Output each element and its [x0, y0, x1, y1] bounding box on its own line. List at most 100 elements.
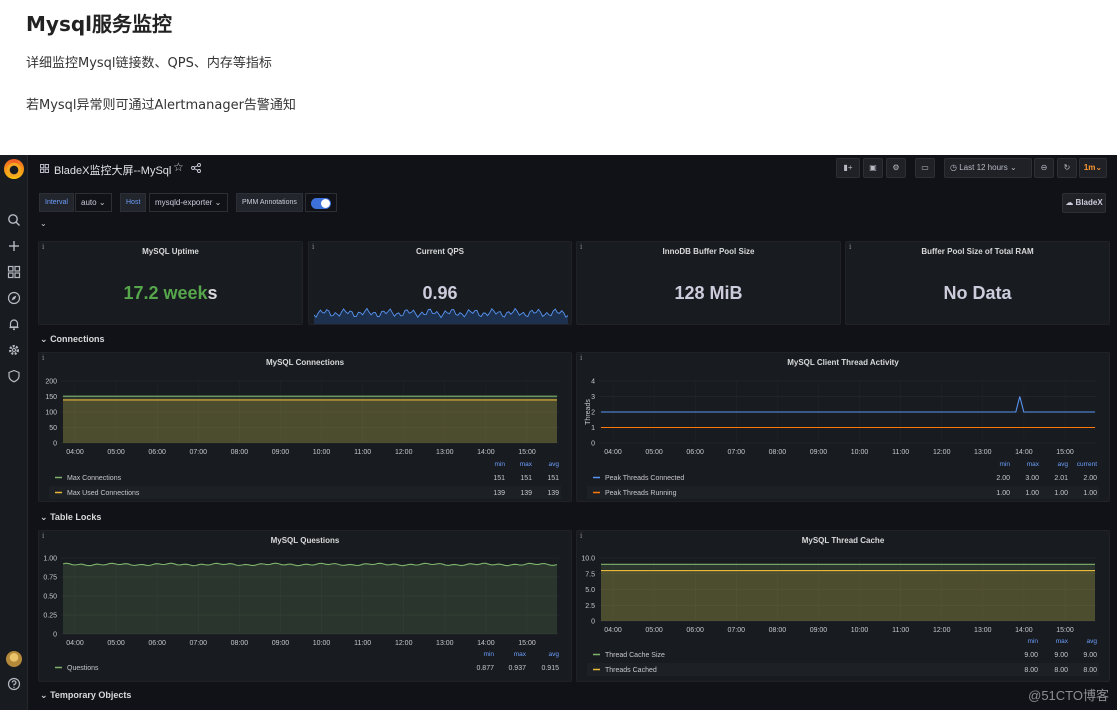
x-tick-label: 10:00: [313, 449, 331, 456]
interval-label: Interval: [39, 193, 74, 212]
article: Mysql服务监控 详细监控Mysql链接数、QPS、内存等指标 若Mysql异…: [0, 0, 1117, 155]
legend-value: 151: [547, 475, 559, 482]
x-tick-label: 10:00: [313, 640, 331, 647]
legend-value: 1.00: [1083, 490, 1097, 497]
host-label: Host: [120, 193, 147, 212]
legend-series-name: Max Used Connections: [67, 490, 140, 497]
plus-icon[interactable]: [7, 239, 21, 253]
x-tick-label: 13:00: [974, 449, 992, 456]
row-connections[interactable]: ⌄ Connections: [40, 334, 105, 345]
star-icon[interactable]: ☆: [173, 160, 184, 174]
legend-header: min: [1000, 461, 1011, 468]
dashboard-title[interactable]: BladeX监控大屏--MySql: [54, 162, 171, 178]
avatar[interactable]: [6, 651, 22, 667]
y-tick-label: 1: [591, 425, 595, 432]
y-tick-label: 0.50: [43, 594, 57, 601]
collapse-chevron-icon[interactable]: ⌄: [40, 219, 47, 228]
tv-mode-button[interactable]: ▭: [915, 158, 935, 178]
x-tick-label: 11:00: [354, 449, 371, 456]
x-tick-label: 12:00: [933, 449, 951, 456]
clock-icon: ◷: [950, 163, 957, 172]
article-line-1: 详细监控Mysql链接数、QPS、内存等指标: [26, 56, 272, 71]
save-button[interactable]: ▣: [863, 158, 883, 178]
y-tick-label: 0: [53, 441, 57, 448]
legend-series-name: Thread Cache Size: [605, 652, 665, 659]
legend-value: 8.00: [1083, 667, 1097, 674]
panel-mysql-questions[interactable]: i MySQL Questions 1.00 0.75 0.50 0.25 0 04:00…: [38, 530, 572, 682]
x-tick-label: 06:00: [148, 640, 166, 647]
legend-value: 1.00: [996, 490, 1010, 497]
legend-header: max: [1056, 638, 1069, 645]
search-icon[interactable]: [7, 213, 21, 227]
x-tick-label: 12:00: [933, 627, 951, 634]
panel-mysql-connections[interactable]: i MySQL Connections 200 150 100 50 0 04:00 05:…: [38, 352, 572, 502]
y-tick-label: 200: [45, 379, 57, 386]
x-tick-label: 10:00: [851, 449, 869, 456]
host-select[interactable]: mysqld-exporter ⌄: [149, 193, 228, 212]
x-tick-label: 04:00: [604, 627, 622, 634]
x-tick-label: 05:00: [645, 627, 663, 634]
time-picker-button[interactable]: ◷ Last 12 hours ⌄: [944, 158, 1032, 178]
x-tick-label: 05:00: [107, 640, 125, 647]
legend-value: 0.877: [476, 665, 494, 672]
panel-thread-cache[interactable]: i MySQL Thread Cache 10.0 7.5 5.0 2.5 0 04:00…: [576, 530, 1110, 682]
refresh-interval-picker[interactable]: 1m⌄: [1079, 158, 1107, 178]
row-temporary-objects[interactable]: ⌄ Temporary Objects: [40, 690, 131, 701]
stat-panel-buffer-pool[interactable]: i InnoDB Buffer Pool Size 128 MiB: [576, 241, 841, 325]
y-tick-label: 0: [591, 441, 595, 448]
refresh-icon: ↻: [1063, 163, 1071, 172]
interval-select[interactable]: auto ⌄: [75, 193, 112, 212]
gear-icon[interactable]: [7, 343, 21, 357]
x-tick-label: 12:00: [395, 449, 413, 456]
legend-header: avg: [1058, 461, 1069, 468]
x-tick-label: 13:00: [974, 627, 992, 634]
grafana-logo-icon[interactable]: [4, 159, 24, 179]
x-tick-label: 09:00: [272, 640, 290, 647]
legend-value: 3.00: [1025, 475, 1039, 482]
legend-header: min: [1028, 638, 1039, 645]
host-value: mysqld-exporter: [155, 198, 213, 207]
legend-value: 2.01: [1054, 475, 1068, 482]
y-tick-label: 10.0: [581, 556, 595, 563]
share-icon[interactable]: [191, 163, 201, 173]
row-table-locks[interactable]: ⌄ Table Locks: [40, 512, 101, 523]
stat-panel-qps[interactable]: i Current QPS 0.96: [308, 241, 572, 325]
series-area: [63, 399, 557, 443]
zoom-out-button[interactable]: ⊖: [1034, 158, 1054, 178]
add-panel-button[interactable]: ▮+: [836, 158, 860, 178]
org-label: BladeX: [1075, 198, 1103, 207]
x-tick-label: 06:00: [148, 449, 166, 456]
refresh-button[interactable]: ↻: [1057, 158, 1077, 178]
add-panel-icon: ▮+: [843, 163, 853, 172]
bell-icon[interactable]: [7, 317, 21, 331]
shield-icon[interactable]: [7, 369, 21, 383]
legend-value: 9.00: [1024, 652, 1038, 659]
qps-sparkline: [314, 307, 568, 324]
stat-panel-uptime[interactable]: i MySQL Uptime 17.2 weeks: [38, 241, 303, 325]
dashboards-icon[interactable]: [7, 265, 21, 279]
annotations-toggle[interactable]: [311, 198, 331, 209]
legend-value: 139: [547, 490, 559, 497]
help-icon[interactable]: [7, 677, 21, 691]
x-tick-label: 07:00: [190, 640, 208, 647]
org-button[interactable]: ☁ BladeX: [1062, 193, 1106, 213]
legend-header: min: [495, 461, 506, 468]
series-area: [601, 570, 1095, 621]
explore-icon[interactable]: [7, 291, 21, 305]
settings-button[interactable]: ⚙: [886, 158, 906, 178]
legend-header: current: [1077, 461, 1097, 468]
legend-value: 0.915: [541, 665, 559, 672]
legend-series-name: Questions: [67, 665, 99, 672]
y-tick-label: 7.5: [585, 571, 595, 578]
y-tick-label: 100: [45, 410, 57, 417]
threads-chart: 4321004:00 05:00 06:00 07:00 08:00 09:00 10:00…: [585, 379, 1099, 499]
panel-thread-activity[interactable]: i MySQL Client Thread Activity 4 3 2 1 0 04:0…: [576, 352, 1110, 502]
stat-value: 17.2 weeks: [123, 283, 218, 303]
y-tick-label: 1.00: [43, 556, 57, 563]
x-tick-label: 08:00: [231, 640, 249, 647]
legend-value: 0.937: [508, 665, 526, 672]
refresh-chevron-icon: ⌄: [1095, 163, 1103, 172]
x-tick-label: 06:00: [686, 627, 704, 634]
stat-panel-buffer-ram[interactable]: i Buffer Pool Size of Total RAM No Data: [845, 241, 1110, 325]
legend-header: min: [484, 651, 495, 658]
